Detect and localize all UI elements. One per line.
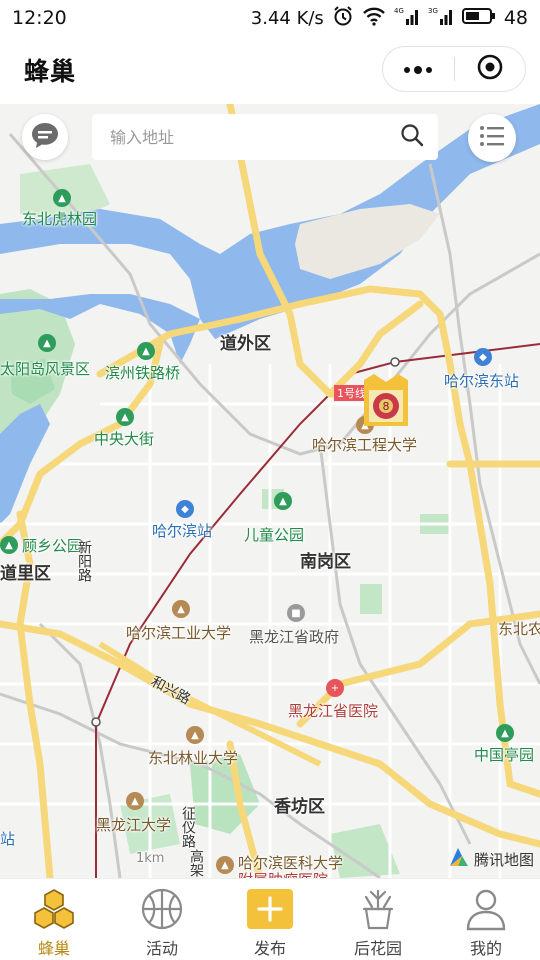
signal-3g-icon: 3G bbox=[428, 6, 454, 31]
tab-label: 我的 bbox=[469, 939, 502, 958]
label-hlj-gov: 黑龙江省政府 bbox=[249, 628, 340, 646]
label-nefu: 东北林业大学 bbox=[148, 749, 239, 767]
label-harbin-east: 哈尔滨东站 bbox=[444, 372, 520, 390]
potted-plant-icon bbox=[355, 887, 401, 931]
park-poi-icon: ▲ bbox=[53, 189, 71, 207]
chat-bubble-icon bbox=[30, 121, 60, 153]
park-poi-icon: ▲ bbox=[38, 334, 56, 352]
tencent-map-logo: 腾讯地图 bbox=[448, 846, 534, 872]
label-guxiang-park: 顾乡公园 bbox=[22, 537, 83, 555]
park-poi-icon: ▲ bbox=[0, 536, 18, 554]
search-bar bbox=[92, 114, 438, 160]
label-harbin-station: 哈尔滨站 bbox=[152, 522, 213, 540]
label-hit: 哈尔滨工业大学 bbox=[126, 624, 232, 642]
tab-label: 蜂巢 bbox=[37, 939, 70, 958]
address-search-input[interactable] bbox=[110, 127, 400, 147]
close-button[interactable] bbox=[455, 47, 526, 91]
tab-fabu[interactable]: 发布 bbox=[216, 879, 324, 960]
map-scale-label: 1km bbox=[136, 851, 165, 866]
wifi-icon bbox=[362, 6, 386, 31]
park-poi-icon: ▲ bbox=[496, 724, 514, 742]
tab-houhuayuan[interactable]: 后花园 bbox=[324, 879, 432, 960]
search-icon[interactable] bbox=[400, 123, 424, 151]
label-zhengyi-road: 征仪路 bbox=[180, 806, 196, 848]
university-poi-icon: ▲ bbox=[172, 600, 190, 618]
status-time: 12:20 bbox=[12, 7, 67, 29]
label-zhongguo-pavilion: 中国亭园 bbox=[474, 746, 535, 764]
label-dongbei-edge: 东北农 bbox=[498, 620, 540, 638]
tab-fengchao[interactable]: 蜂巢 bbox=[0, 879, 108, 960]
tab-label: 后花园 bbox=[353, 939, 402, 958]
tab-label: 活动 bbox=[145, 939, 178, 958]
battery-icon bbox=[461, 7, 496, 30]
station-poi-icon: ◆ bbox=[176, 500, 194, 518]
basketball-icon bbox=[139, 887, 185, 931]
user-icon bbox=[463, 887, 509, 931]
label-hlj-univ: 黑龙江大学 bbox=[96, 816, 172, 834]
gov-poi-icon: ■ bbox=[287, 604, 305, 622]
label-dongbei-hulinyuan: 东北虎林园 bbox=[22, 210, 98, 228]
park-poi-icon: ▲ bbox=[274, 492, 292, 510]
network-speed: 3.44 K/s bbox=[250, 7, 324, 29]
label-daowai: 道外区 bbox=[220, 334, 271, 354]
tencent-map-label: 腾讯地图 bbox=[473, 850, 534, 869]
hospital-poi-icon: + bbox=[326, 679, 344, 697]
target-close-icon bbox=[476, 53, 504, 85]
university-poi-icon: ▲ bbox=[186, 726, 204, 744]
label-taiyangdao: 太阳岛风景区 bbox=[0, 360, 91, 378]
tab-huodong[interactable]: 活动 bbox=[108, 879, 216, 960]
label-hit-eng: 哈尔滨工程大学 bbox=[312, 436, 418, 454]
honeycomb-icon bbox=[31, 887, 77, 931]
location-marker[interactable]: 8 bbox=[362, 374, 410, 428]
tab-label: 发布 bbox=[253, 939, 286, 958]
bottom-tab-bar: 蜂巢 活动 发布 后花园 我的 bbox=[0, 878, 540, 960]
label-children-park: 儿童公园 bbox=[244, 526, 305, 544]
label-xinyang-road: 新阳路 bbox=[76, 540, 92, 582]
label-hmu-hospital: 附属肿瘤医院 bbox=[238, 869, 328, 878]
status-bar: 12:20 3.44 K/s 4G 3G 48 bbox=[0, 0, 540, 36]
plus-icon bbox=[247, 887, 293, 931]
svg-text:8: 8 bbox=[383, 400, 390, 413]
label-daoli: 道里区 bbox=[0, 564, 51, 584]
university-poi-icon: ▲ bbox=[126, 792, 144, 810]
title-bar: 蜂巢 bbox=[0, 36, 540, 104]
alarm-icon bbox=[332, 5, 354, 32]
list-button[interactable] bbox=[468, 114, 516, 162]
park-poi-icon: ▲ bbox=[137, 342, 155, 360]
label-xiangfang: 香坊区 bbox=[274, 797, 325, 817]
university-poi-icon: ▲ bbox=[216, 856, 234, 874]
poi-icon: ▲ bbox=[116, 408, 134, 426]
more-dots-icon bbox=[402, 60, 434, 79]
more-button[interactable] bbox=[383, 47, 454, 91]
label-gaojia: 高架 bbox=[188, 849, 204, 877]
list-icon bbox=[479, 125, 505, 151]
label-zhongyang-street: 中央大街 bbox=[94, 430, 155, 448]
page-title: 蜂巢 bbox=[24, 57, 77, 86]
status-right: 3.44 K/s 4G 3G 48 bbox=[251, 5, 528, 32]
svg-text:3G: 3G bbox=[428, 7, 438, 15]
svg-text:4G: 4G bbox=[394, 7, 404, 15]
signal-4g-icon: 4G bbox=[394, 6, 420, 31]
mini-program-capsule bbox=[382, 46, 526, 92]
label-left-edge: 站 bbox=[0, 830, 16, 848]
tencent-map-icon bbox=[448, 846, 470, 872]
label-hlj-hospital: 黑龙江省医院 bbox=[288, 702, 379, 720]
label-nangang: 南岗区 bbox=[300, 552, 351, 572]
map-view[interactable]: ▲ 东北虎林园 ▲ 太阳岛风景区 ▲ 滨州铁路桥 道外区 ◆ 哈尔滨东站 1号线… bbox=[0, 104, 540, 878]
message-button[interactable] bbox=[22, 114, 68, 160]
label-binzhou-bridge: 滨州铁路桥 bbox=[105, 364, 181, 382]
battery-level: 48 bbox=[503, 7, 528, 29]
tab-wode[interactable]: 我的 bbox=[432, 879, 540, 960]
station-poi-icon: ◆ bbox=[474, 348, 492, 366]
